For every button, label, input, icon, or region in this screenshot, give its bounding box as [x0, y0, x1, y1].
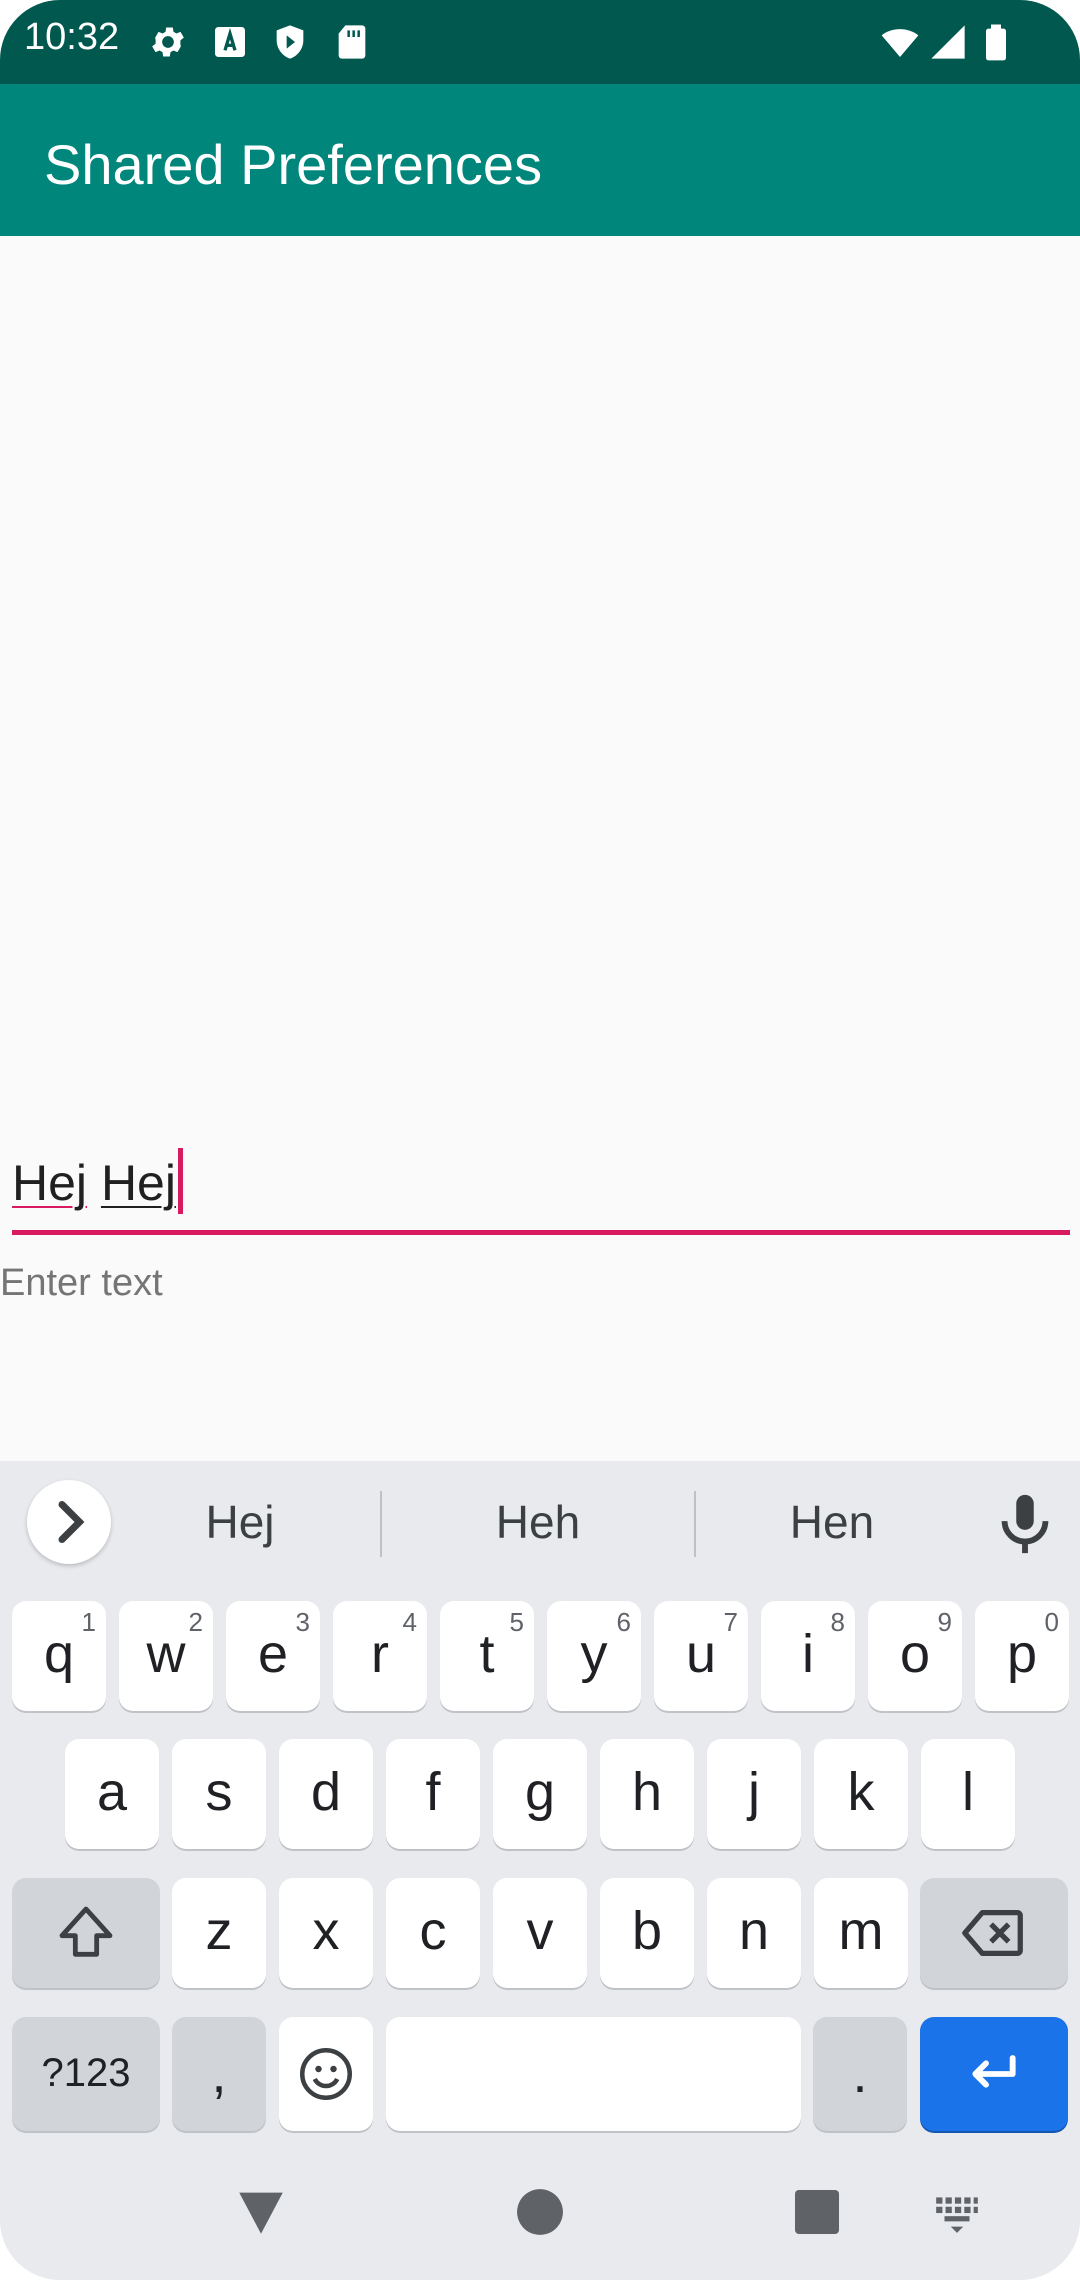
- key-h[interactable]: h: [600, 1739, 694, 1849]
- text-cursor: [177, 1148, 183, 1214]
- key-n[interactable]: n: [707, 1878, 801, 1988]
- key-l[interactable]: l: [921, 1739, 1015, 1849]
- key-j[interactable]: j: [707, 1739, 801, 1849]
- suggestion-3[interactable]: Hen: [742, 1495, 922, 1549]
- screen: 10:32 Shared Preferences Hej Hej Enter t…: [0, 0, 1080, 2280]
- suggestion-bar: Hej Heh Hen: [0, 1461, 1080, 1581]
- wifi-icon: [881, 29, 919, 57]
- key-p[interactable]: p0: [975, 1601, 1069, 1711]
- settings-icon: [152, 27, 184, 57]
- period-key[interactable]: .: [813, 2017, 907, 2131]
- status-bar: 10:32: [0, 0, 1080, 84]
- enter-key[interactable]: [920, 2017, 1068, 2131]
- suggestion-2[interactable]: Heh: [448, 1495, 628, 1549]
- text-a-icon: [215, 27, 245, 57]
- key-x[interactable]: x: [279, 1878, 373, 1988]
- key-c[interactable]: c: [386, 1878, 480, 1988]
- enter-icon: [972, 2055, 1016, 2088]
- key-v[interactable]: v: [493, 1878, 587, 1988]
- keyboard-icon[interactable]: [932, 2187, 982, 2237]
- input-word-1: Hej: [12, 1155, 88, 1211]
- comma-key[interactable]: ,: [172, 2017, 266, 2131]
- navigation-bar: [0, 2150, 1080, 2280]
- suggestion-1[interactable]: Hej: [150, 1495, 330, 1549]
- suggestion-divider: [694, 1491, 696, 1557]
- key-g[interactable]: g: [493, 1739, 587, 1849]
- key-t[interactable]: t5: [440, 1601, 534, 1711]
- key-z[interactable]: z: [172, 1878, 266, 1988]
- shift-key[interactable]: [12, 1878, 160, 1988]
- battery-icon: [986, 24, 1006, 61]
- key-q[interactable]: q1: [12, 1601, 106, 1711]
- key-s[interactable]: s: [172, 1739, 266, 1849]
- back-icon[interactable]: [232, 2183, 290, 2241]
- expand-toolbar-button[interactable]: [27, 1480, 111, 1564]
- key-o[interactable]: o9: [868, 1601, 962, 1711]
- symbols-key[interactable]: ?123: [12, 2017, 160, 2131]
- backspace-icon: [962, 1909, 1023, 1957]
- shift-icon: [59, 1906, 113, 1957]
- sd-card-icon: [338, 25, 366, 59]
- emoji-icon: [300, 2048, 352, 2100]
- home-icon[interactable]: [515, 2187, 565, 2237]
- input-underline: [12, 1230, 1070, 1235]
- suggestion-divider: [380, 1491, 382, 1557]
- app-title: Shared Preferences: [44, 133, 543, 196]
- key-y[interactable]: y6: [547, 1601, 641, 1711]
- recents-icon[interactable]: [793, 2188, 841, 2236]
- key-w[interactable]: w2: [119, 1601, 213, 1711]
- backspace-key[interactable]: [920, 1878, 1068, 1988]
- key-e[interactable]: e3: [226, 1601, 320, 1711]
- key-f[interactable]: f: [386, 1739, 480, 1849]
- key-i[interactable]: i8: [761, 1601, 855, 1711]
- text-input[interactable]: Hej Hej: [12, 1148, 183, 1214]
- key-m[interactable]: m: [814, 1878, 908, 1988]
- helper-text: Enter text: [0, 1262, 163, 1304]
- key-r[interactable]: r4: [333, 1601, 427, 1711]
- key-k[interactable]: k: [814, 1739, 908, 1849]
- app-bar: Shared Preferences: [0, 84, 1080, 236]
- input-word-2: Hej: [100, 1155, 176, 1211]
- key-d[interactable]: d: [279, 1739, 373, 1849]
- chevron-right-icon: [58, 1501, 85, 1543]
- key-a[interactable]: a: [65, 1739, 159, 1849]
- signal-icon: [931, 25, 965, 59]
- mic-icon[interactable]: [990, 1489, 1060, 1559]
- shield-icon: [276, 25, 304, 59]
- status-time: 10:32: [24, 16, 120, 58]
- key-b[interactable]: b: [600, 1878, 694, 1988]
- emoji-key[interactable]: [279, 2017, 373, 2131]
- key-u[interactable]: u7: [654, 1601, 748, 1711]
- space-key[interactable]: [386, 2017, 801, 2131]
